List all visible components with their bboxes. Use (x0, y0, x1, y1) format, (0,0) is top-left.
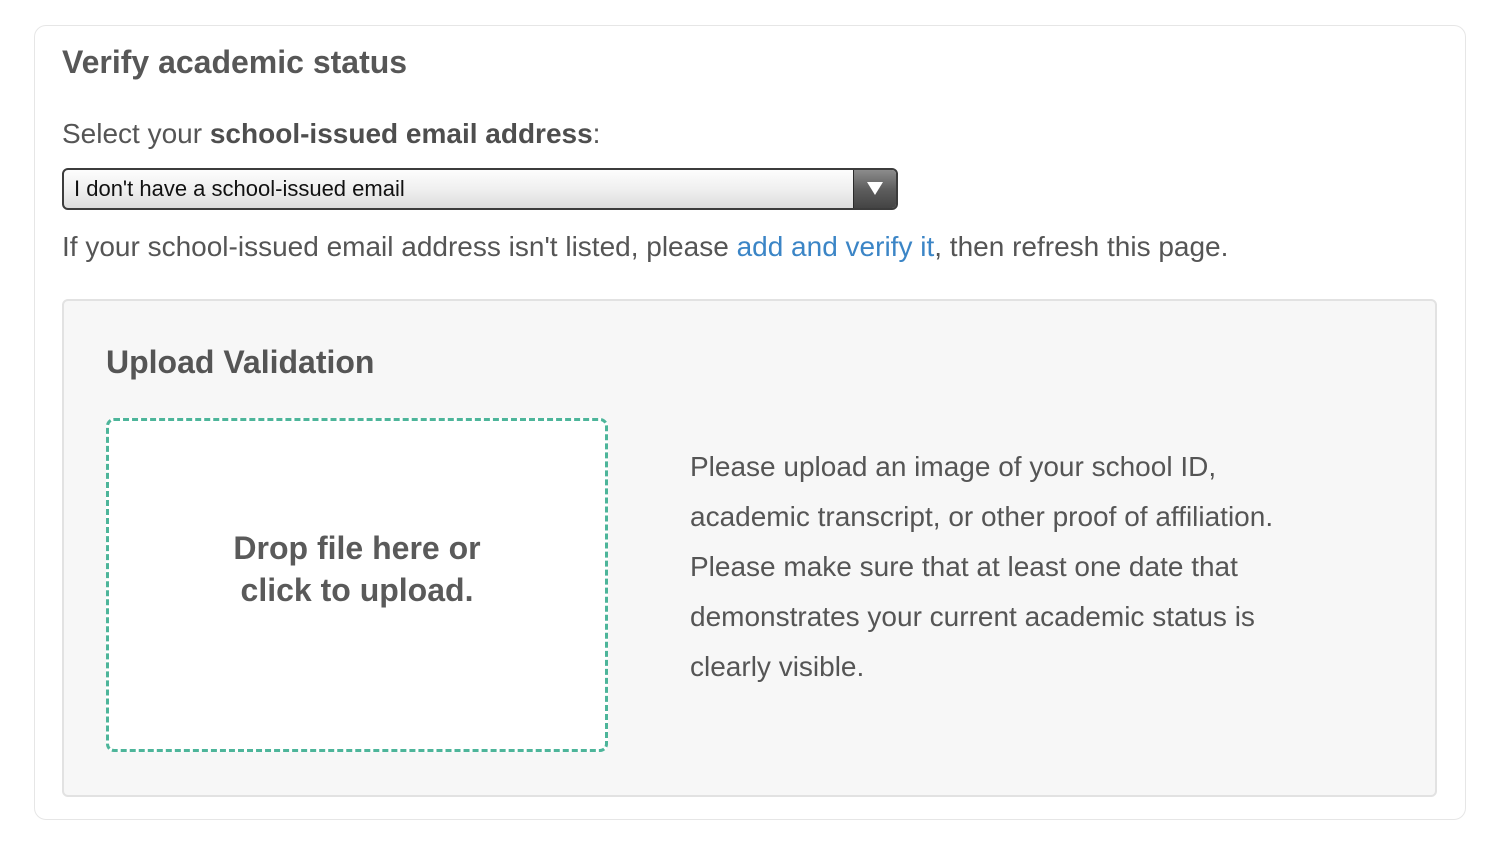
add-and-verify-link[interactable]: add and verify it (737, 231, 935, 262)
dropzone-text-line-1: Drop file here or (233, 530, 481, 566)
upload-validation-title: Upload Validation (106, 344, 375, 380)
school-email-select-value: I don't have a school-issued email (74, 176, 405, 201)
instructions-line: clearly visible. (690, 651, 865, 682)
helper-text-after: , then refresh this page. (934, 231, 1229, 262)
helper-text-before: If your school-issued email address isn'… (62, 231, 737, 262)
email-select-label: Select your school-issued email address: (62, 116, 600, 152)
school-email-select[interactable]: I don't have a school-issued email (62, 168, 898, 210)
triangle-down-icon (867, 182, 883, 195)
instructions-line: Please make sure that at least one date … (690, 551, 1238, 582)
email-select-label-suffix: : (592, 118, 601, 149)
instructions-line: academic transcript, or other proof of a… (690, 501, 1274, 532)
upload-validation-panel: Upload Validation Drop file here or clic… (62, 299, 1437, 797)
dropzone-text: Drop file here or click to upload. (109, 527, 605, 611)
verify-academic-status-card: Verify academic status Select your schoo… (34, 25, 1466, 820)
instructions-line: demonstrates your current academic statu… (690, 601, 1255, 632)
email-helper-text: If your school-issued email address isn'… (62, 229, 1228, 265)
instructions-line: Please upload an image of your school ID… (690, 451, 1217, 482)
email-select-label-bold: school-issued email address (209, 118, 593, 149)
upload-instructions: Please upload an image of your school ID… (690, 442, 1350, 692)
file-dropzone[interactable]: Drop file here or click to upload. (106, 418, 608, 752)
select-dropdown-button[interactable] (853, 170, 896, 208)
dropzone-text-line-2: click to upload. (240, 572, 474, 608)
email-select-label-prefix: Select your (62, 118, 210, 149)
section-title: Verify academic status (62, 44, 408, 80)
